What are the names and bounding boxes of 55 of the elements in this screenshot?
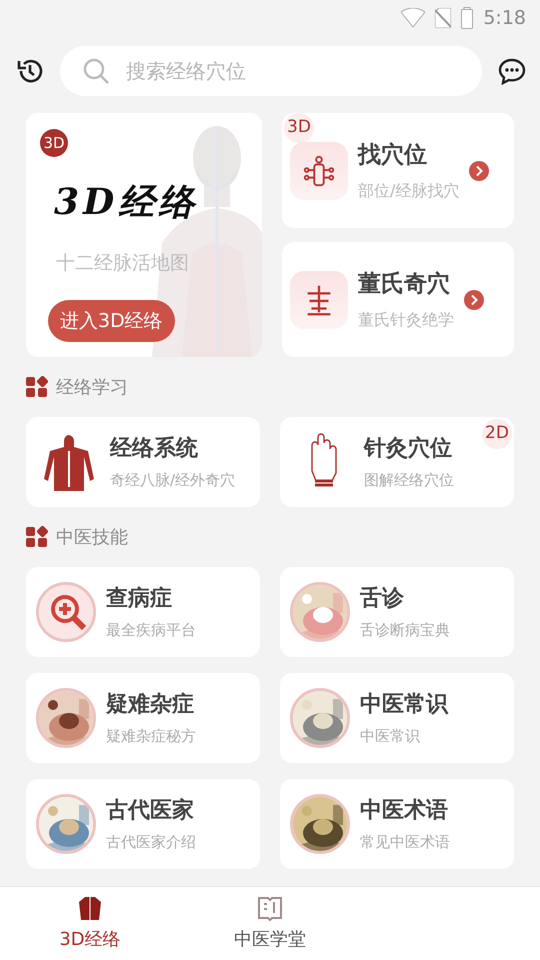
card-title: 找穴位 (358, 141, 428, 170)
section-title: 中医技能 (56, 526, 128, 550)
battery-icon (461, 7, 474, 29)
logo-text: 3D经络 (53, 180, 200, 225)
feature-card[interactable]: 针灸穴位 图解经络穴位 2D (280, 417, 514, 507)
tab[interactable]: 3D经络 (0, 887, 180, 960)
shortcut-card[interactable]: 3D 找穴位 部位/经脉找穴 (282, 113, 514, 228)
card-subtitle: 董氏针灸绝学 (358, 308, 454, 331)
grid-icon (26, 376, 48, 398)
card-subtitle: 常见中医术语 (360, 832, 450, 854)
wifi-icon (401, 8, 426, 28)
card-title: 古代医家 (106, 796, 195, 826)
card-subtitle: 部位/经脉找穴 (358, 180, 460, 202)
card-title: 董氏奇穴 (358, 270, 451, 300)
card-subtitle: 中医常识 (360, 726, 421, 748)
card-title: 查病症 (106, 585, 173, 614)
search-input[interactable]: 搜索经络穴位 (124, 55, 460, 87)
robe-icon (76, 894, 104, 922)
sim-icon (435, 8, 452, 28)
card-title: 针灸穴位 (364, 435, 453, 464)
status-time: 5:18 (483, 6, 526, 31)
enter-3d-button[interactable]: 进入3D经络 (48, 300, 175, 342)
tab[interactable]: 中医学堂 (180, 887, 360, 960)
card-subtitle: 图解经络穴位 (364, 470, 454, 492)
history-icon[interactable] (16, 57, 44, 85)
card-subtitle: 古代医家介绍 (106, 832, 196, 854)
feature-card[interactable]: 疑难杂症 疑难杂症秘方 (26, 673, 260, 763)
chat-icon[interactable] (498, 57, 526, 85)
card-title: 中医术语 (360, 797, 449, 826)
feature-card[interactable]: 古代医家 古代医家介绍 (26, 779, 260, 869)
card-title: 舌诊 (360, 585, 405, 614)
card-title: 经络系统 (110, 435, 199, 464)
section-title: 经络学习 (56, 376, 128, 400)
chevron-right-icon (464, 290, 484, 310)
card-subtitle: 最全疾病平台 (106, 620, 196, 642)
2d-badge: 2D (482, 419, 512, 449)
3d-badge: 3D (40, 129, 68, 157)
shortcut-card[interactable]: 董氏奇穴 董氏针灸绝学 (282, 242, 514, 357)
feature-card[interactable]: 舌诊 舌诊断病宝典 (280, 567, 514, 657)
card-subtitle: 舌诊断病宝典 (360, 620, 450, 642)
grid-icon (26, 526, 48, 548)
card-title: 疑难杂症 (106, 691, 195, 720)
3d-badge: 3D (284, 113, 314, 143)
search-bar[interactable]: 搜索经络穴位 (60, 46, 482, 96)
feature-card[interactable]: 查病症 最全疾病平台 (26, 567, 260, 657)
card-subtitle: 奇经八脉/经外奇穴 (110, 470, 236, 492)
chevron-right-icon (469, 160, 490, 180)
search-icon (82, 57, 110, 85)
feature-card[interactable]: 中医术语 常见中医术语 (280, 779, 514, 869)
book-icon (256, 894, 284, 922)
feature-card[interactable]: 中医常识 中医常识 (280, 673, 514, 763)
feature-card[interactable]: 经络系统 奇经八脉/经外奇穴 (26, 417, 260, 507)
card-subtitle: 疑难杂症秘方 (106, 726, 196, 748)
magnifier-plus-icon (39, 585, 93, 639)
card-title: 中医常识 (360, 691, 448, 720)
